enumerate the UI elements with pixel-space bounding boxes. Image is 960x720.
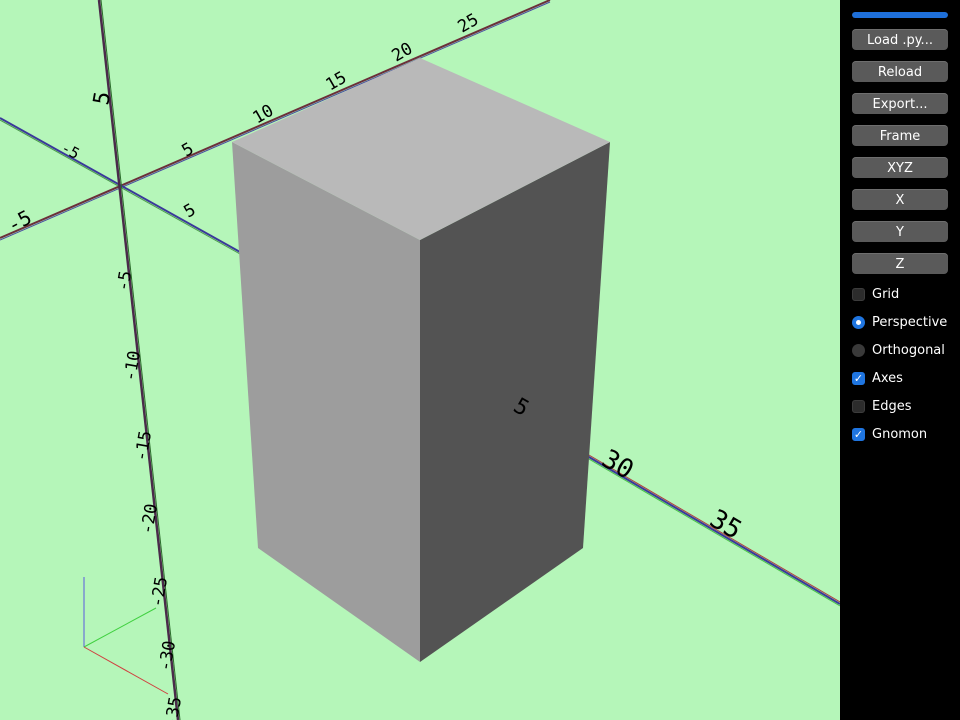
y-label-30: 30 bbox=[597, 444, 639, 486]
z-label-neg20: -20 bbox=[137, 502, 162, 536]
view-xyz-button[interactable]: XYZ bbox=[852, 157, 948, 178]
y-label-5: 5 bbox=[181, 200, 200, 222]
perspective-radio-icon bbox=[852, 315, 865, 329]
y-label-35: 35 bbox=[705, 504, 747, 546]
progress-bar bbox=[852, 12, 948, 18]
frame-button[interactable]: Frame bbox=[852, 125, 948, 146]
z-label-neg15: -15 bbox=[131, 429, 156, 463]
view-y-button[interactable]: Y bbox=[852, 221, 948, 242]
progress-fill bbox=[852, 12, 948, 18]
grid-label: Grid bbox=[872, 286, 900, 302]
edges-check-icon bbox=[852, 399, 865, 413]
load-py-button[interactable]: Load .py... bbox=[852, 29, 948, 50]
grid-check-icon bbox=[852, 287, 865, 301]
axes-label: Axes bbox=[872, 370, 903, 386]
z-label-neg30: -30 bbox=[155, 639, 180, 673]
view-z-button[interactable]: Z bbox=[852, 253, 948, 274]
edges-label: Edges bbox=[872, 398, 912, 414]
gnomon-check-icon: ✓ bbox=[852, 427, 865, 441]
x-label-5: 5 bbox=[179, 139, 198, 161]
z-label-neg35: -35 bbox=[161, 695, 186, 720]
3d-viewport[interactable]: -5 5 10 15 20 25 -5 5 5 30 35 5 -5 -10 -… bbox=[0, 0, 840, 720]
box-solid[interactable] bbox=[232, 58, 610, 662]
perspective-label: Perspective bbox=[872, 314, 948, 330]
z-label-neg5: -5 bbox=[113, 269, 136, 293]
export-button[interactable]: Export... bbox=[852, 93, 948, 114]
orthogonal-label: Orthogonal bbox=[872, 342, 945, 358]
reload-button[interactable]: Reload bbox=[852, 61, 948, 82]
orthogonal-radio-icon bbox=[852, 343, 865, 357]
edges-checkbox[interactable]: Edges bbox=[852, 397, 912, 415]
z-label-neg25: -25 bbox=[147, 575, 172, 609]
scene-canvas: -5 5 10 15 20 25 -5 5 5 30 35 5 -5 -10 -… bbox=[0, 0, 840, 720]
gnomon-checkbox[interactable]: ✓ Gnomon bbox=[852, 425, 927, 443]
y-label-neg5: -5 bbox=[58, 139, 82, 163]
perspective-radio[interactable]: Perspective bbox=[852, 313, 947, 331]
z-label-5: 5 bbox=[89, 90, 116, 107]
view-x-button[interactable]: X bbox=[852, 189, 948, 210]
axes-check-icon: ✓ bbox=[852, 371, 865, 385]
gnomon-label: Gnomon bbox=[872, 426, 928, 442]
x-label-neg5: -5 bbox=[3, 205, 36, 238]
axes-checkbox[interactable]: ✓ Axes bbox=[852, 369, 903, 387]
orthogonal-radio[interactable]: Orthogonal bbox=[852, 341, 945, 359]
grid-checkbox[interactable]: Grid bbox=[852, 285, 899, 303]
